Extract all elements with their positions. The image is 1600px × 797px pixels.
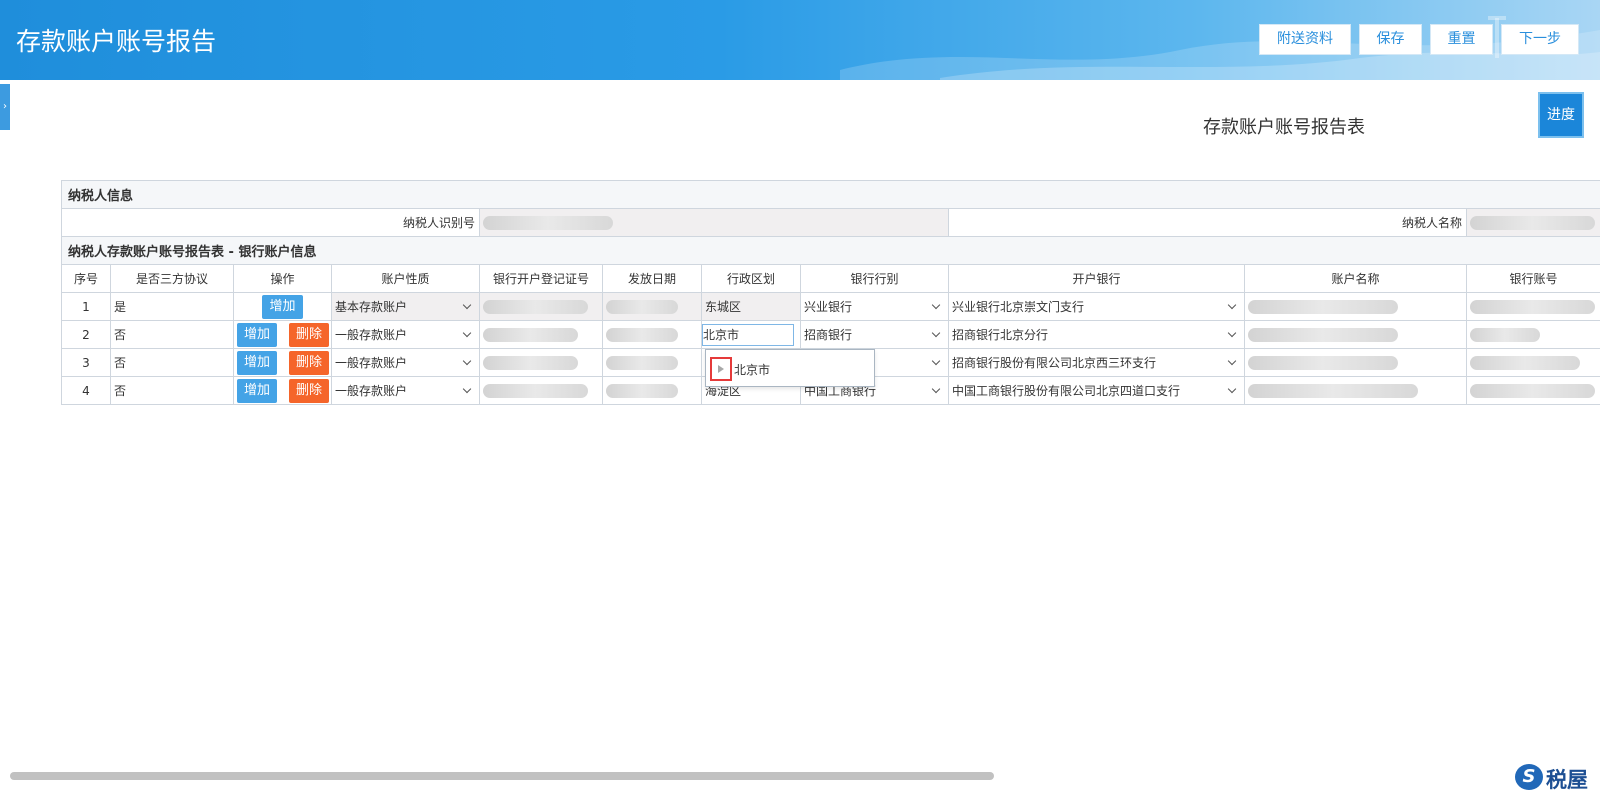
col-header: 银行开户登记证号 — [479, 264, 603, 293]
horizontal-scrollbar[interactable] — [10, 772, 994, 780]
bank-license-field[interactable] — [479, 292, 603, 321]
account-name-field[interactable] — [1244, 320, 1467, 349]
delete-row-button[interactable]: 删除 — [289, 378, 330, 403]
bank-license-field[interactable] — [479, 320, 603, 349]
add-row-button[interactable]: 增加 — [237, 378, 278, 403]
col-header: 开户银行 — [948, 264, 1245, 293]
account-name-field[interactable] — [1244, 292, 1467, 321]
col-header: 发放日期 — [602, 264, 702, 293]
account-name-field[interactable] — [1244, 348, 1467, 377]
district-dropdown: 北京市 — [705, 349, 875, 387]
table-row: 2 否 增加 删除 一般存款账户 北京市 招商银行 招商银行北京分行 — [61, 320, 1600, 349]
issue-date-field[interactable] — [602, 320, 702, 349]
district-cell: 北京市 — [701, 320, 801, 349]
district-field[interactable]: 东城区 — [701, 292, 801, 321]
reset-button[interactable]: 重置 — [1430, 24, 1493, 55]
branch-select[interactable]: 兴业银行北京崇文门支行 — [948, 292, 1245, 321]
col-header: 行政区划 — [701, 264, 801, 293]
row-actions: 增加 — [233, 292, 332, 321]
bank-type-select[interactable]: 兴业银行 — [800, 292, 949, 321]
shuiwu-logo: S 税屋 — [1515, 764, 1588, 792]
account-number-field[interactable] — [1465, 348, 1600, 377]
branch-select[interactable]: 招商银行北京分行 — [948, 320, 1245, 349]
account-number-field[interactable] — [1465, 320, 1600, 349]
account-type-select[interactable]: 一般存款账户 — [331, 348, 480, 377]
logo-mark-icon: S — [1515, 764, 1543, 790]
side-expand-tab[interactable]: › — [0, 84, 10, 130]
account-name-field[interactable] — [1244, 376, 1467, 405]
district-input[interactable]: 北京市 — [702, 323, 794, 346]
add-row-button[interactable]: 增加 — [262, 294, 303, 319]
save-button[interactable]: 保存 — [1359, 24, 1422, 55]
row-number: 3 — [61, 348, 111, 377]
account-number-field[interactable] — [1465, 376, 1600, 405]
row-actions: 增加 删除 — [233, 348, 332, 377]
row-number: 4 — [61, 376, 111, 405]
issue-date-field[interactable] — [602, 376, 702, 405]
progress-button[interactable]: 进度 — [1538, 92, 1584, 138]
next-step-button[interactable]: 下一步 — [1501, 24, 1579, 55]
tripartite-value[interactable]: 否 — [110, 376, 234, 405]
issue-date-field[interactable] — [602, 348, 702, 377]
account-type-select[interactable]: 基本存款账户 — [331, 292, 480, 321]
account-type-select[interactable]: 一般存款账户 — [331, 320, 480, 349]
branch-select[interactable]: 中国工商银行股份有限公司北京四道口支行 — [948, 376, 1245, 405]
form-title: 存款账户账号报告表 — [1203, 117, 1365, 138]
tripartite-value[interactable]: 是 — [110, 292, 234, 321]
taxpayer-section-label: 纳税人信息 — [60, 180, 1600, 209]
bank-section-label: 纳税人存款账户账号报告表 - 银行账户信息 — [60, 236, 1600, 265]
taxpayer-name-field — [1465, 208, 1600, 237]
issue-date-field[interactable] — [602, 292, 702, 321]
col-header: 序号 — [61, 264, 111, 293]
page-title: 存款账户账号报告 — [16, 27, 217, 56]
taxpayer-id-label: 纳税人识别号 — [61, 208, 480, 237]
col-header: 账户名称 — [1244, 264, 1467, 293]
col-header: 是否三方协议 — [110, 264, 234, 293]
col-header: 操作 — [233, 264, 332, 293]
bank-type-select[interactable]: 招商银行 — [800, 320, 949, 349]
col-header: 银行账号 — [1465, 264, 1600, 293]
app-header: 存款账户账号报告 附送资料 保存 重置 下一步 — [0, 0, 1600, 80]
delete-row-button[interactable]: 删除 — [289, 322, 330, 347]
col-header: 银行行别 — [800, 264, 949, 293]
expand-arrow-icon[interactable] — [710, 357, 732, 381]
attach-materials-button[interactable]: 附送资料 — [1259, 24, 1351, 55]
row-actions: 增加 删除 — [233, 320, 332, 349]
row-number: 1 — [61, 292, 111, 321]
add-row-button[interactable]: 增加 — [237, 322, 278, 347]
tripartite-value[interactable]: 否 — [110, 348, 234, 377]
add-row-button[interactable]: 增加 — [237, 350, 278, 375]
row-number: 2 — [61, 320, 111, 349]
account-number-field[interactable] — [1465, 292, 1600, 321]
delete-row-button[interactable]: 删除 — [289, 350, 330, 375]
district-option[interactable]: 北京市 — [734, 361, 770, 378]
taxpayer-id-field — [479, 208, 949, 237]
table-row: 1 是 增加 基本存款账户 东城区 兴业银行 兴业银行北京崇文门支行 — [61, 292, 1600, 321]
bank-license-field[interactable] — [479, 376, 603, 405]
branch-select[interactable]: 招商银行股份有限公司北京西三环支行 — [948, 348, 1245, 377]
taxpayer-name-label: 纳税人名称 — [948, 208, 1467, 237]
col-header: 账户性质 — [331, 264, 480, 293]
table-header-row: 序号 是否三方协议 操作 账户性质 银行开户登记证号 发放日期 行政区划 银行行… — [61, 264, 1600, 293]
tripartite-value[interactable]: 否 — [110, 320, 234, 349]
account-type-select[interactable]: 一般存款账户 — [331, 376, 480, 405]
logo-text: 税屋 — [1546, 768, 1588, 792]
row-actions: 增加 删除 — [233, 376, 332, 405]
bank-license-field[interactable] — [479, 348, 603, 377]
